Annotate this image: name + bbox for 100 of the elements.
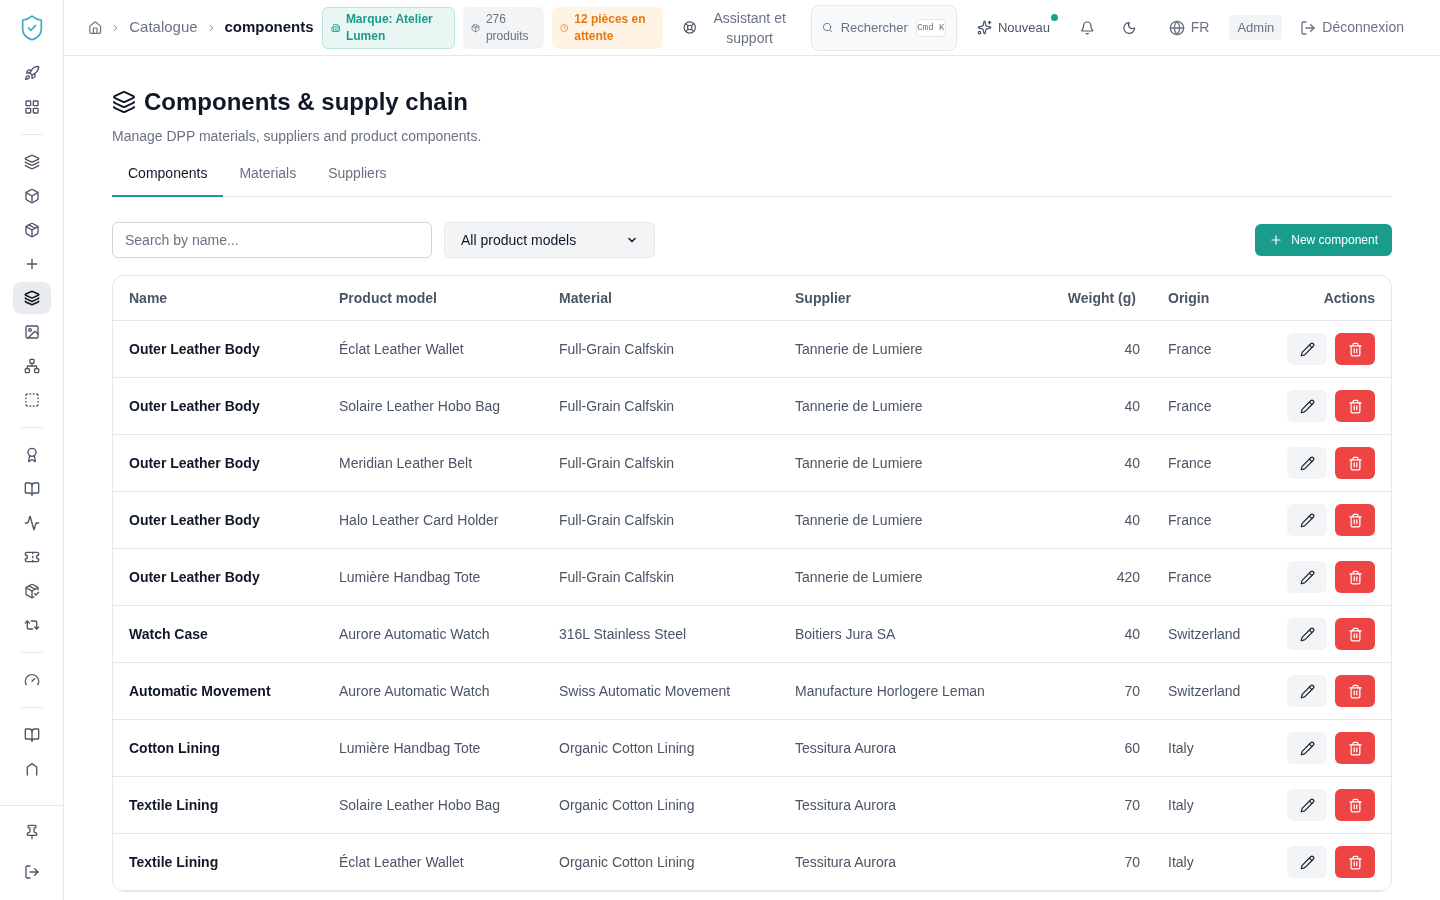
shortcut-key: Cmd K xyxy=(915,18,946,37)
product-model-dropdown[interactable]: All product models xyxy=(444,222,655,258)
pencil-icon xyxy=(1299,341,1315,357)
table-cell-text: Solaire Leather Hobo Bag xyxy=(339,396,502,416)
pencil-icon xyxy=(1299,626,1315,642)
table-cell-text: Textile Lining xyxy=(129,852,220,872)
pencil-icon xyxy=(1299,797,1315,813)
table-cell-text: France xyxy=(1167,396,1213,416)
tab[interactable]: Materials xyxy=(223,163,313,197)
language-button[interactable]: FR xyxy=(1168,17,1210,38)
table-cell-text: Organic Cotton Lining xyxy=(559,795,696,815)
lifebuoy-icon xyxy=(683,20,697,35)
table-cell-text: 70 xyxy=(1123,852,1140,872)
edit-button[interactable] xyxy=(1287,333,1327,365)
edit-button[interactable] xyxy=(1287,447,1327,479)
hierarchy-icon xyxy=(23,358,40,374)
table-cell-text: Boitiers Jura SA xyxy=(795,624,897,644)
table-cell-text: Full-Grain Calfskin xyxy=(559,396,676,416)
delete-button[interactable] xyxy=(1335,846,1375,878)
column-header: Material xyxy=(559,288,613,308)
table-cell-text: Switzerland xyxy=(1167,624,1242,644)
moon-icon[interactable] xyxy=(1122,19,1137,36)
column-header: Supplier xyxy=(795,288,852,308)
edit-button[interactable] xyxy=(1287,846,1327,878)
tab[interactable]: Components xyxy=(112,163,224,197)
globe-icon xyxy=(1168,19,1185,36)
edit-button[interactable] xyxy=(1287,732,1327,764)
edit-button[interactable] xyxy=(1287,618,1327,650)
column-header: Origin xyxy=(1167,288,1211,308)
table-cell-text: Tessitura Aurora xyxy=(795,795,898,815)
new-button[interactable]: Nouveau xyxy=(976,17,1050,38)
search-field[interactable]: Search by name... xyxy=(112,222,432,258)
new-component-button[interactable]: New component xyxy=(1255,224,1392,256)
delete-button[interactable] xyxy=(1335,561,1375,593)
delete-button[interactable] xyxy=(1335,789,1375,821)
edit-button[interactable] xyxy=(1287,789,1327,821)
trash-icon xyxy=(1347,797,1363,813)
book-icon xyxy=(23,481,40,497)
delete-button[interactable] xyxy=(1335,618,1375,650)
cube-icon xyxy=(23,188,40,204)
package-check-icon xyxy=(23,583,40,599)
home-icon[interactable] xyxy=(88,19,103,36)
logout-icon xyxy=(23,864,40,880)
search-field[interactable]: Rechercher Cmd K xyxy=(810,4,957,51)
edit-button[interactable] xyxy=(1287,390,1327,422)
pencil-icon xyxy=(1299,569,1315,585)
table-cell-text: Italy xyxy=(1167,852,1195,872)
table-cell-text: Tannerie de Lumiere xyxy=(795,510,924,530)
table-cell-text: France xyxy=(1167,453,1213,473)
table-cell-text: Full-Grain Calfskin xyxy=(559,339,676,359)
table-cell-text: 70 xyxy=(1123,795,1140,815)
delete-button[interactable] xyxy=(1335,333,1375,365)
plus-icon xyxy=(1269,233,1284,247)
table-cell-text: Tannerie de Lumiere xyxy=(795,339,924,359)
table-cell-text: Tannerie de Lumiere xyxy=(795,567,924,587)
breadcrumb: components xyxy=(224,17,314,38)
table-cell-text: Full-Grain Calfskin xyxy=(559,510,676,530)
role-badge: Admin xyxy=(1229,14,1283,41)
badge-label: Marque: Atelier Lumen xyxy=(345,10,434,45)
table-cell-text: Italy xyxy=(1167,738,1195,758)
table-cell-text: Halo Leather Card Holder xyxy=(339,510,500,530)
breadcrumb[interactable]: Catalogue xyxy=(129,16,198,39)
support-link[interactable]: Assistant et support xyxy=(704,7,795,48)
table-cell-text: Full-Grain Calfskin xyxy=(559,453,676,473)
table-cell-text: Outer Leather Body xyxy=(129,453,261,473)
table-cell-text: Éclat Leather Wallet xyxy=(339,852,465,872)
package-icon xyxy=(470,21,480,34)
table-cell-text: Aurore Automatic Watch xyxy=(339,681,491,701)
trash-icon xyxy=(1347,512,1363,528)
sidebar-item[interactable] xyxy=(12,282,51,314)
table-cell-text: Textile Lining xyxy=(129,795,220,815)
trash-icon xyxy=(1347,455,1363,471)
table-cell-text: 420 xyxy=(1115,567,1140,587)
layers-icon xyxy=(112,90,136,114)
table-cell-text: 40 xyxy=(1123,453,1140,473)
delete-button[interactable] xyxy=(1335,504,1375,536)
trash-icon xyxy=(1347,683,1363,699)
edit-button[interactable] xyxy=(1287,561,1327,593)
column-header: Weight (g) xyxy=(1066,288,1137,308)
page-title: Components & supply chain xyxy=(144,87,469,117)
table-cell-text: Swiss Automatic Movement xyxy=(559,681,732,701)
table-cell-text: Outer Leather Body xyxy=(129,510,261,530)
logout-button[interactable]: Déconnexion xyxy=(1300,17,1404,38)
edit-button[interactable] xyxy=(1287,504,1327,536)
search-placeholder: Rechercher xyxy=(840,18,908,37)
page-subtitle: Manage DPP materials, suppliers and product components. xyxy=(112,127,483,146)
tab[interactable]: Suppliers xyxy=(312,163,403,197)
image-icon xyxy=(23,324,40,340)
delete-button[interactable] xyxy=(1335,447,1375,479)
repeat-icon xyxy=(23,617,40,633)
trash-icon xyxy=(1347,854,1363,870)
table-cell-text: Tannerie de Lumiere xyxy=(795,396,924,416)
table-cell-text: Switzerland xyxy=(1167,681,1242,701)
table-cell-text: Solaire Leather Hobo Bag xyxy=(339,795,502,815)
edit-button[interactable] xyxy=(1287,675,1327,707)
bell-icon[interactable] xyxy=(1079,19,1095,36)
delete-button[interactable] xyxy=(1335,390,1375,422)
delete-button[interactable] xyxy=(1335,675,1375,707)
building-icon xyxy=(330,21,340,34)
delete-button[interactable] xyxy=(1335,732,1375,764)
